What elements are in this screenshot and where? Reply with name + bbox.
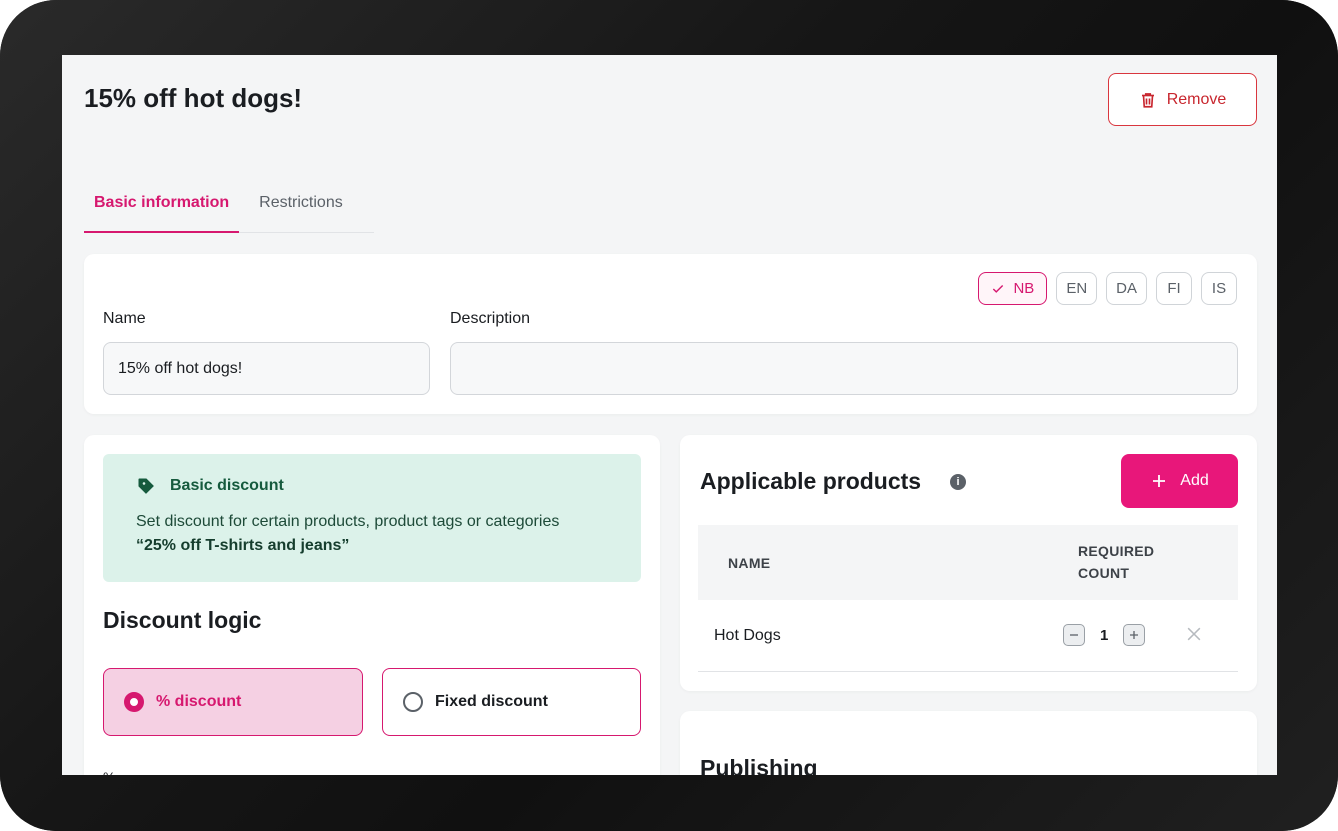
column-required-line2: COUNT xyxy=(1078,565,1130,581)
language-nb[interactable]: NB xyxy=(978,272,1048,305)
radio-selected-icon xyxy=(124,692,144,712)
remove-button-label: Remove xyxy=(1166,90,1227,108)
remove-product-button[interactable] xyxy=(1184,624,1206,646)
trash-icon xyxy=(1141,92,1154,108)
basic-discount-info: Basic discount Set discount for certain … xyxy=(103,454,641,582)
basic-discount-header: Basic discount xyxy=(136,476,608,496)
close-icon xyxy=(1187,627,1201,641)
device-frame: 15% off hot dogs! Remove Basic informati… xyxy=(0,0,1338,831)
remove-button[interactable]: Remove xyxy=(1108,73,1257,126)
language-en[interactable]: EN xyxy=(1056,272,1098,305)
table-row: Hot Dogs 1 xyxy=(698,600,1238,672)
language-fi[interactable]: FI xyxy=(1156,272,1192,305)
minus-icon xyxy=(1070,634,1078,636)
column-required-line1: REQUIRED xyxy=(1078,543,1155,559)
applicable-products-card: Applicable products i Add NAME REQUIRED … xyxy=(680,435,1257,691)
name-input[interactable]: 15% off hot dogs! xyxy=(103,342,430,395)
language-da[interactable]: DA xyxy=(1106,272,1147,305)
percent-field-label: % xyxy=(103,769,115,775)
tab-bar: Basic information Restrictions xyxy=(84,179,374,233)
fixed-discount-label: Fixed discount xyxy=(435,693,548,710)
percent-discount-option[interactable]: % discount xyxy=(103,668,363,736)
name-label: Name xyxy=(103,310,146,327)
product-name: Hot Dogs xyxy=(714,627,781,644)
discount-logic-title: Discount logic xyxy=(103,607,262,633)
required-count-value: 1 xyxy=(1100,626,1109,644)
discount-logic-card: Basic discount Set discount for certain … xyxy=(84,435,660,775)
language-is[interactable]: IS xyxy=(1201,272,1237,305)
description-label: Description xyxy=(450,310,531,327)
language-selector: NB EN DA FI IS xyxy=(978,272,1237,305)
publishing-card: Publishing xyxy=(680,711,1257,775)
percent-discount-label: % discount xyxy=(156,693,242,710)
basic-info-card: NB EN DA FI IS Name 15% off hot dogs! De… xyxy=(84,254,1257,414)
add-product-button[interactable]: Add xyxy=(1121,454,1238,508)
add-product-label: Add xyxy=(1180,472,1209,489)
increment-button[interactable] xyxy=(1123,624,1146,646)
column-name: NAME xyxy=(728,555,771,571)
decrement-button[interactable] xyxy=(1063,624,1085,646)
app-screen: 15% off hot dogs! Remove Basic informati… xyxy=(62,55,1277,775)
info-icon[interactable]: i xyxy=(950,474,966,490)
basic-discount-example: “25% off T-shirts and jeans” xyxy=(136,537,350,554)
radio-unselected-icon xyxy=(403,692,423,712)
products-table-header: NAME REQUIRED COUNT xyxy=(698,525,1238,600)
description-input[interactable] xyxy=(450,342,1238,395)
plus-small-icon xyxy=(1130,631,1139,639)
language-nb-label: NB xyxy=(1013,280,1035,297)
tag-icon xyxy=(138,478,154,494)
required-count-stepper: 1 xyxy=(1063,624,1146,646)
basic-discount-title: Basic discount xyxy=(170,477,284,494)
plus-icon xyxy=(1153,475,1166,487)
basic-discount-description: Set discount for certain products, produ… xyxy=(136,513,560,530)
check-icon xyxy=(993,284,1004,293)
basic-discount-text: Set discount for certain products, produ… xyxy=(136,510,608,558)
publishing-title: Publishing xyxy=(700,755,818,775)
fixed-discount-option[interactable]: Fixed discount xyxy=(382,668,641,736)
tab-restrictions[interactable]: Restrictions xyxy=(249,179,353,233)
applicable-products-title: Applicable products xyxy=(700,468,922,494)
tab-basic-information[interactable]: Basic information xyxy=(84,179,240,233)
page-title: 15% off hot dogs! xyxy=(84,83,303,113)
